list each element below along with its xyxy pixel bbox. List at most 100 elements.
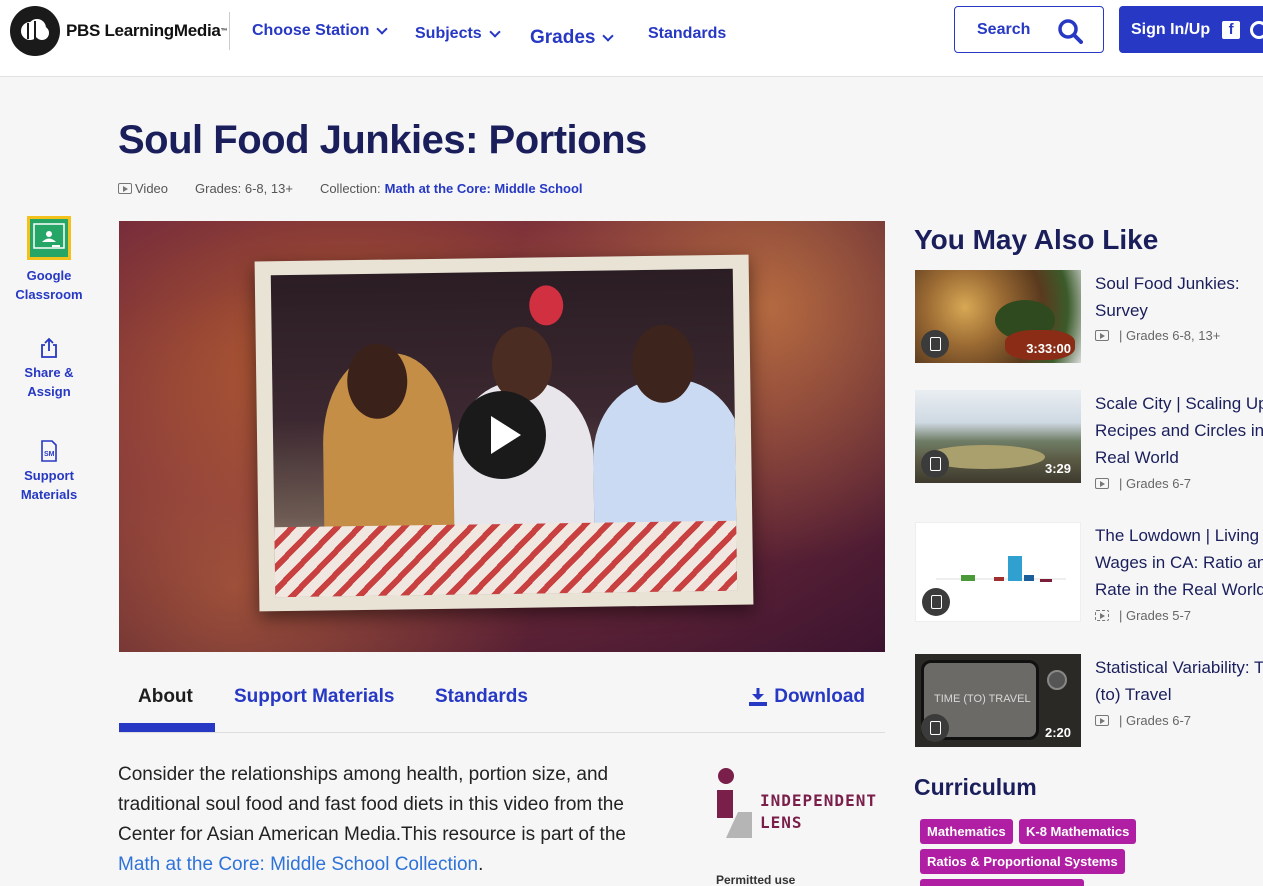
video-duration: 3:33:00 xyxy=(1026,341,1071,356)
media-type: Video xyxy=(118,181,168,196)
video-icon xyxy=(1095,715,1109,726)
video-player[interactable] xyxy=(119,221,885,652)
nav-subjects-label: Subjects xyxy=(415,25,482,42)
description-text: Consider the relationships among health,… xyxy=(118,764,626,845)
nav-choose-station[interactable]: Choose Station xyxy=(252,22,389,40)
support-materials-label: Support Materials xyxy=(20,468,78,502)
document-icon xyxy=(930,595,942,609)
pbs-head-icon xyxy=(10,6,60,56)
resource-meta: Video Grades: 6-8, 13+ Collection: Math a… xyxy=(118,181,610,196)
tab-about[interactable]: About xyxy=(138,686,193,708)
nav-standards[interactable]: Standards xyxy=(648,25,726,43)
search-icon xyxy=(1058,19,1083,44)
resource-grades: | Grades 6-7 xyxy=(1119,476,1192,491)
resource-grades: | Grades 6-7 xyxy=(1119,713,1192,728)
independent-lens-wordmark: INDEPENDENT LENS xyxy=(760,790,877,834)
wordmark-line-2: LENS xyxy=(760,813,803,832)
curriculum-tag[interactable] xyxy=(920,879,1084,886)
video-icon xyxy=(118,183,132,194)
header-divider xyxy=(229,12,230,50)
permitted-use-heading: Permitted use xyxy=(716,873,796,886)
google-classroom-button[interactable]: Google Classroom xyxy=(10,216,88,304)
facebook-icon: f xyxy=(1222,20,1241,39)
logo-trademark: ™ xyxy=(220,27,228,35)
search-button[interactable]: Search xyxy=(954,6,1104,53)
active-tab-indicator xyxy=(119,723,215,732)
video-duration: 3:29 xyxy=(1044,461,1071,476)
resource-meta: | Grades 6-8, 13+ xyxy=(1095,328,1220,343)
chevron-down-icon xyxy=(489,26,501,38)
google-icon xyxy=(1250,20,1263,39)
site-header: PBS LearningMedia ™ Choose Station Subjec… xyxy=(0,0,1263,77)
nav-grades[interactable]: Grades xyxy=(530,27,615,49)
curriculum-tag[interactable]: K-8 Mathematics xyxy=(1019,819,1137,844)
sign-in-button[interactable]: Sign In/Up f xyxy=(1119,6,1263,53)
pbs-logo[interactable]: PBS LearningMedia ™ xyxy=(10,6,228,56)
resource-grades: | Grades 5-7 xyxy=(1119,608,1192,623)
download-button[interactable]: Download xyxy=(748,686,865,708)
support-materials-badge xyxy=(922,588,950,616)
nav-grades-label: Grades xyxy=(530,27,596,48)
nav-subjects[interactable]: Subjects xyxy=(415,25,501,43)
svg-text:SM: SM xyxy=(44,451,55,458)
play-icon[interactable] xyxy=(458,391,546,479)
video-icon xyxy=(1095,330,1109,341)
resource-thumbnail[interactable]: 3:33:00 xyxy=(915,270,1081,363)
person-head-shape xyxy=(346,343,408,420)
curriculum-tag[interactable]: Ratios & Proportional Systems xyxy=(920,849,1125,874)
curriculum-heading: Curriculum xyxy=(914,774,1037,800)
tv-knob-shape xyxy=(1047,670,1067,690)
media-type-label: Video xyxy=(135,181,169,196)
support-materials-badge xyxy=(921,714,949,742)
collection-description-link[interactable]: Math at the Core: Middle School Collecti… xyxy=(118,854,478,875)
resource-thumbnail[interactable]: 3:29 xyxy=(915,390,1081,483)
curriculum-tag[interactable]: Mathematics xyxy=(920,819,1013,844)
tab-standards[interactable]: Standards xyxy=(435,686,528,708)
share-assign-button[interactable]: Share & Assign xyxy=(10,337,88,401)
sign-in-label: Sign In/Up xyxy=(1131,20,1211,38)
resource-meta: | Grades 6-7 xyxy=(1095,713,1191,728)
balloon-shape xyxy=(528,285,564,326)
support-materials-badge xyxy=(921,330,949,358)
independent-lens-mark-icon xyxy=(717,768,752,838)
chevron-down-icon xyxy=(376,23,389,35)
collection-prefix: Collection: xyxy=(319,181,381,196)
support-materials-button[interactable]: SM Support Materials xyxy=(10,440,88,504)
grades-label: Grades: 6-8, 13+ xyxy=(195,181,293,196)
chevron-down-icon xyxy=(602,30,615,42)
support-materials-badge xyxy=(921,450,949,478)
tab-support-materials[interactable]: Support Materials xyxy=(234,686,394,708)
resource-title-link[interactable]: The Lowdown | Living Wages in CA: Ratio … xyxy=(1095,522,1263,603)
nav-standards-label: Standards xyxy=(648,25,727,42)
tv-screen-text: TIME (TO) TRAVEL xyxy=(934,693,1031,705)
you-may-also-like-heading: You May Also Like xyxy=(914,224,1159,255)
search-button-label: Search xyxy=(977,20,1031,38)
resource-thumbnail[interactable] xyxy=(915,522,1081,622)
resource-title-link[interactable]: Soul Food Junkies: Survey xyxy=(1095,270,1263,324)
document-icon xyxy=(929,457,941,471)
google-classroom-label: Google Classroom xyxy=(15,268,83,302)
wordmark-line-1: INDEPENDENT xyxy=(760,791,877,810)
resource-title-link[interactable]: Statistical Variability: Time (to) Trave… xyxy=(1095,654,1263,708)
video-duration: 2:20 xyxy=(1044,725,1071,740)
logo-wordmark: PBS LearningMedia xyxy=(66,21,221,40)
resource-grades: | Grades 6-8, 13+ xyxy=(1119,328,1221,343)
tablecloth-shape xyxy=(274,520,738,598)
page-title: Soul Food Junkies: Portions xyxy=(118,118,647,162)
resource-thumbnail[interactable]: TIME (TO) TRAVEL 2:20 xyxy=(915,654,1081,747)
content-tabs: About Support Materials Standards Downlo… xyxy=(119,676,885,733)
resource-meta: | Grades 5-7 xyxy=(1095,608,1191,623)
document-icon xyxy=(929,337,941,351)
interactive-icon xyxy=(1095,610,1109,621)
collection-link[interactable]: Math at the Core: Middle School xyxy=(385,181,583,196)
share-icon xyxy=(41,337,57,358)
share-assign-label: Share & Assign xyxy=(24,365,74,399)
description-end: . xyxy=(478,854,484,875)
resource-title-link[interactable]: Scale City | Scaling Up Recipes and Circ… xyxy=(1095,390,1263,471)
download-label: Download xyxy=(774,686,865,707)
resource-meta: | Grades 6-7 xyxy=(1095,476,1191,491)
collection-info: Collection: Math at the Core: Middle Scho… xyxy=(320,181,583,196)
nav-choose-station-label: Choose Station xyxy=(252,22,370,39)
resource-description: Consider the relationships among health,… xyxy=(118,760,663,880)
independent-lens-logo[interactable]: INDEPENDENT LENS xyxy=(716,768,876,848)
